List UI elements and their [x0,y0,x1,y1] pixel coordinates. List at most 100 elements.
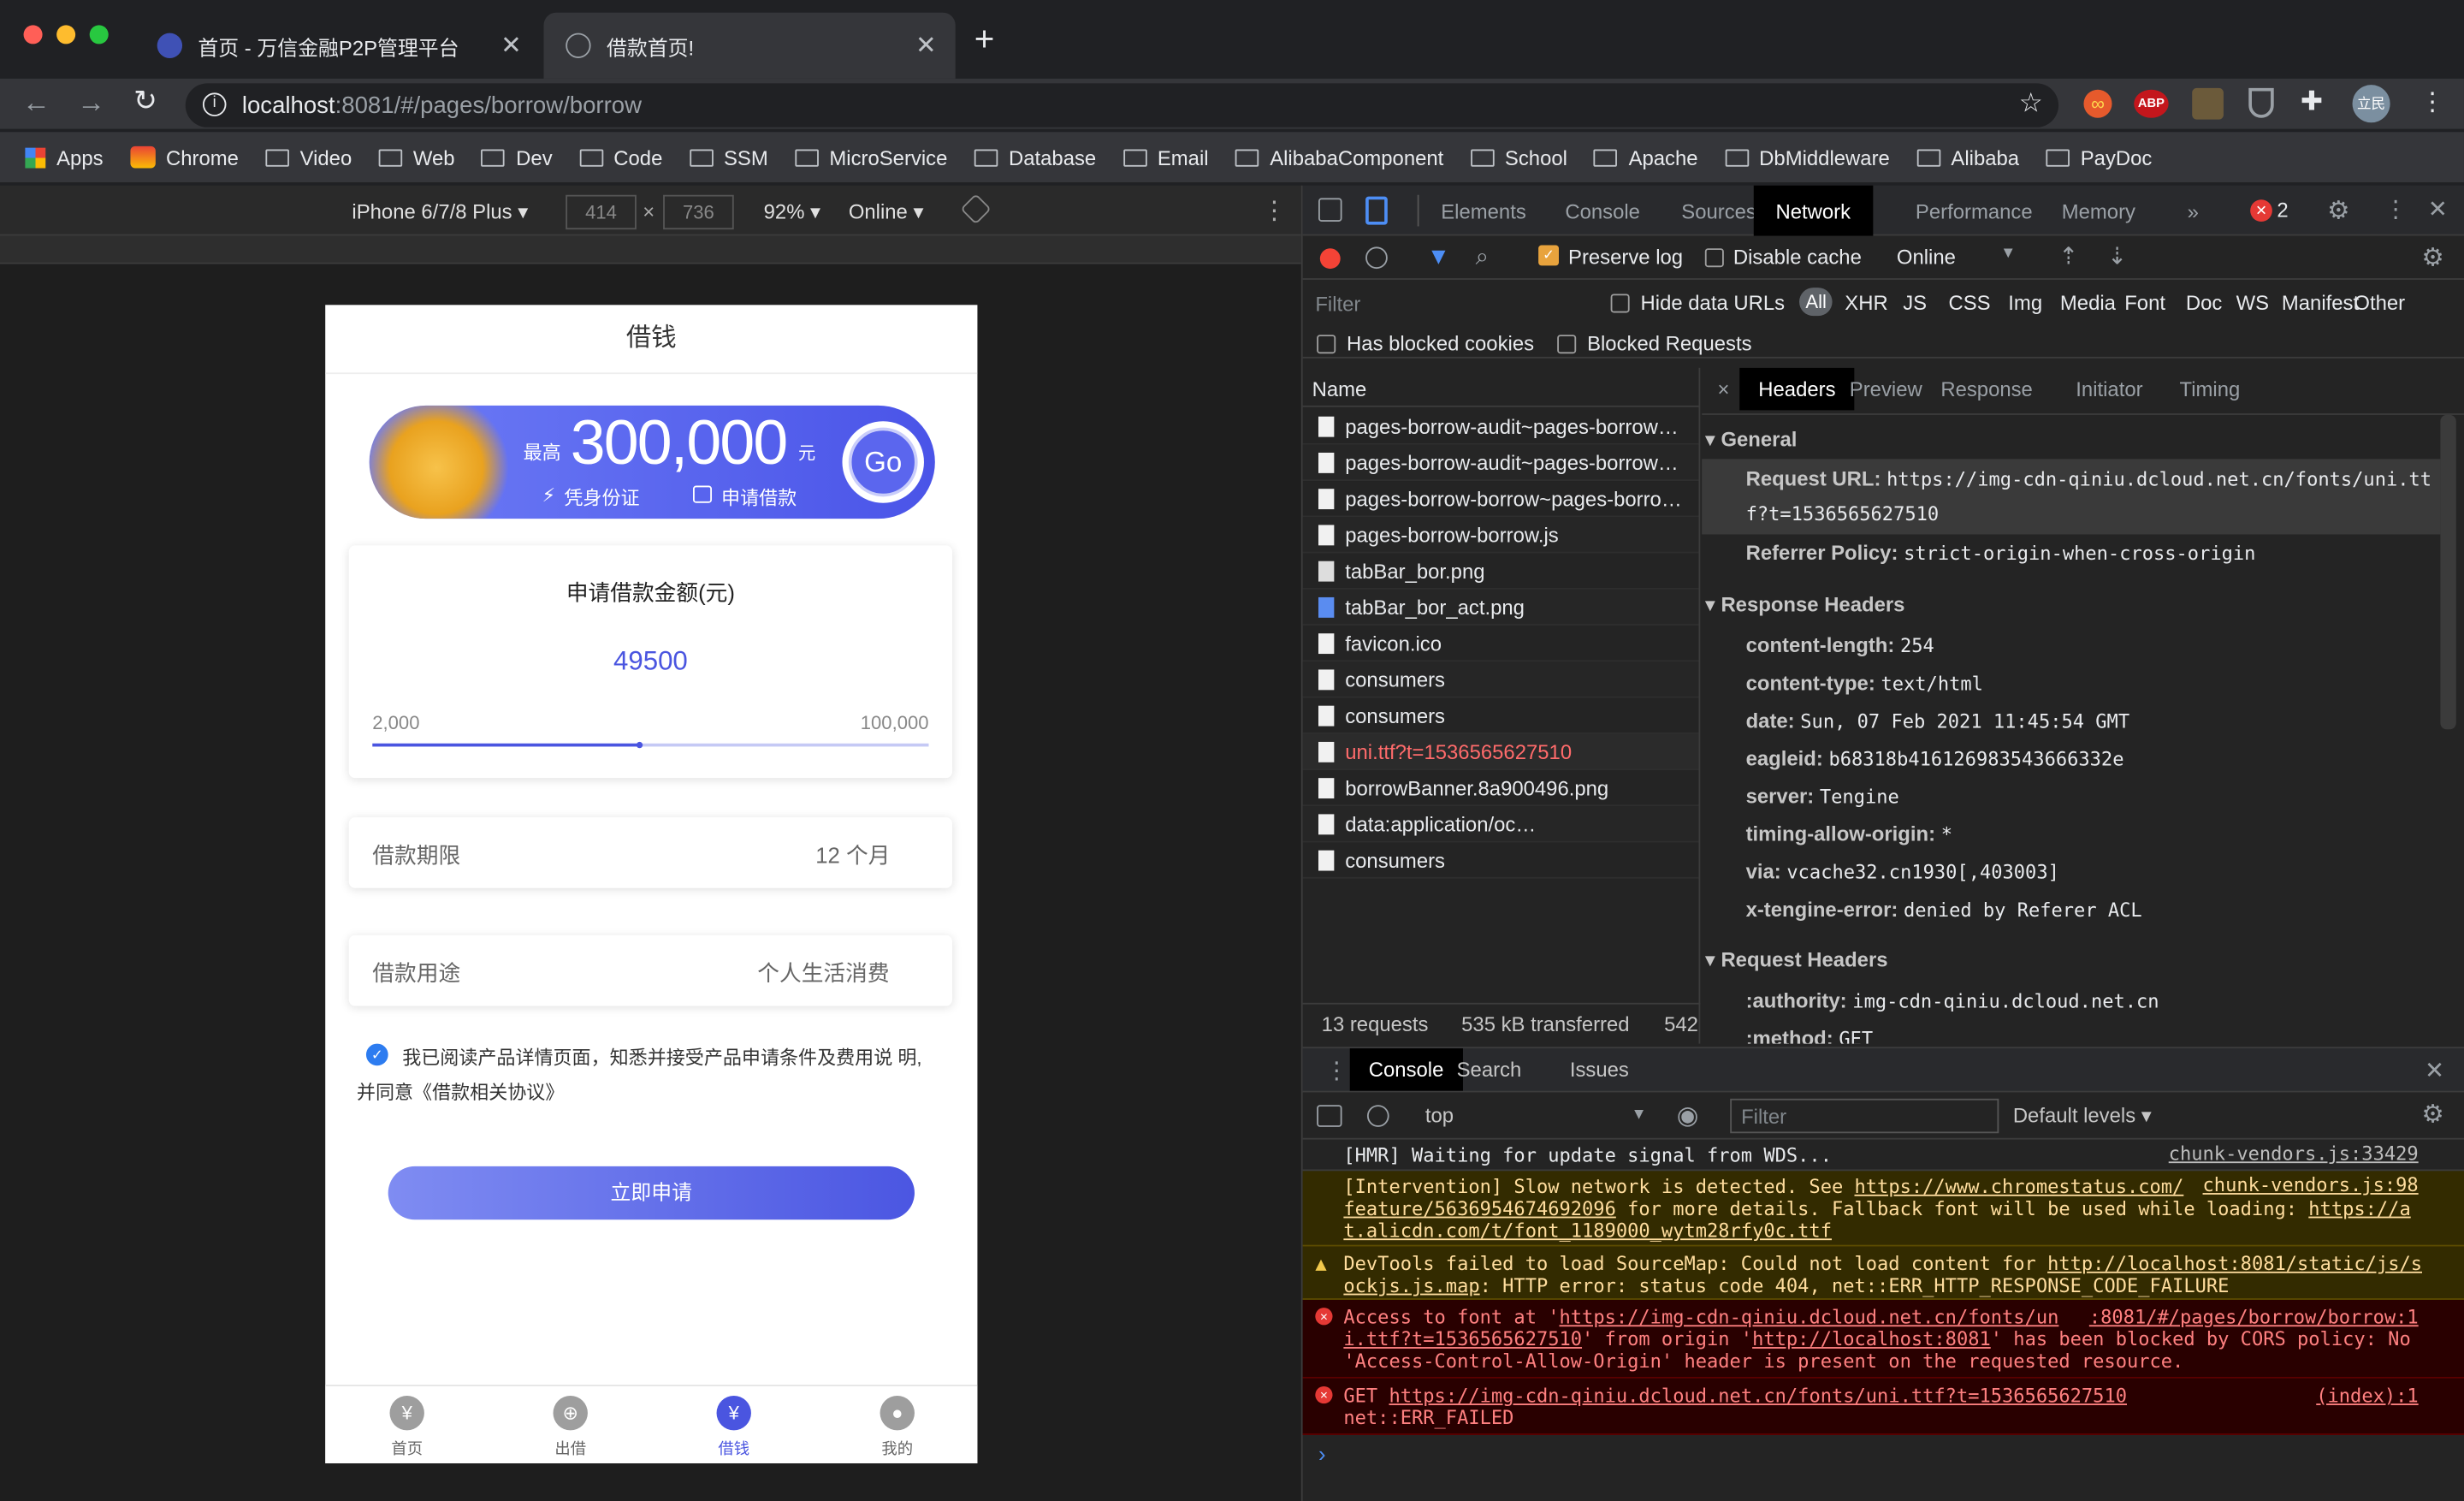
devtools-tab-memory[interactable]: Memory [2062,186,2135,236]
agreement-checkbox[interactable]: ✓ [365,1043,388,1066]
type-filter-media[interactable]: Media [2060,291,2116,315]
console-link[interactable]: https://a [2308,1198,2410,1220]
drawer-tab-console[interactable]: Console [1349,1048,1463,1091]
sidebar-toggle-icon[interactable] [1317,1105,1342,1127]
type-filter-ws[interactable]: WS [2236,291,2269,315]
bookmark-microservice[interactable]: MicroService [794,145,947,169]
submit-apply-button[interactable]: 立即申请 [388,1166,915,1220]
type-filter-other[interactable]: Other [2354,291,2405,315]
bookmark-apps[interactable]: Apps [25,145,104,169]
message-source-link[interactable]: chunk-vendors.js:33429 [2169,1142,2419,1165]
filter-icon[interactable]: ▼ [1427,244,1450,270]
close-drawer-icon[interactable]: ✕ [2425,1056,2444,1084]
name-column-header[interactable]: Name [1302,368,1699,407]
rotate-icon[interactable] [960,193,992,225]
import-har-icon[interactable]: ⇡ [2058,242,2078,270]
puzzle-extensions-icon[interactable]: ✚ [2301,86,2323,118]
tab-lend[interactable]: ⊕ 出借 [524,1395,618,1458]
request-headers-toggle[interactable]: ▾ Request Headers [1705,948,1888,973]
hide-data-urls-checkbox[interactable] [1610,294,1630,313]
type-filter-manifest[interactable]: Manifest [2282,291,2359,315]
bookmark-database[interactable]: Database [974,145,1096,169]
bookmark-star-icon[interactable]: ☆ [2019,88,2043,120]
type-filter-img[interactable]: Img [2008,291,2042,315]
browser-tab-home[interactable]: 首页 - 万信金融P2P管理平台 ✕ [135,13,541,79]
drawer-tab-issues[interactable]: Issues [1570,1058,1629,1082]
bookmark-alibabacomponent[interactable]: AlibabaComponent [1235,145,1443,169]
agreement-line-2[interactable]: 并同意《借款相关协议》 [357,1078,564,1105]
devtools-tab-sources[interactable]: Sources [1681,186,1756,236]
general-section-toggle[interactable]: ▾ General [1705,428,1798,453]
network-throttle-select[interactable]: Online ▾ [849,199,924,224]
console-link[interactable]: i.ttf?t=1536565627510 [1343,1328,1582,1350]
message-source-link[interactable]: chunk-vendors.js:98 [2203,1174,2419,1196]
throttle-select[interactable]: Online [1897,246,1956,270]
type-filter-doc[interactable]: Doc [2186,291,2222,315]
device-width-input[interactable]: 414 [566,194,637,230]
extension-infinity-icon[interactable]: ∞ [2083,89,2112,118]
tab-home[interactable]: ¥ 首页 [360,1395,454,1458]
drawer-menu-icon[interactable]: ⋮ [1324,1056,1348,1084]
chevron-down-icon[interactable]: ▼ [2000,246,2016,263]
zoom-select[interactable]: 92% ▾ [764,199,820,224]
search-icon[interactable]: ⌕ [1476,244,1489,270]
type-filter-css[interactable]: CSS [1949,291,1991,315]
close-detail-icon[interactable]: × [1718,377,1730,401]
console-link[interactable]: feature/5636954674692096 [1343,1198,1615,1220]
bookmark-paydoc[interactable]: PayDoc [2046,145,2152,169]
close-tab-icon[interactable]: ✕ [915,30,937,62]
devtools-menu-icon[interactable]: ⋮ [2384,195,2408,223]
amount-slider-thumb[interactable] [636,741,643,749]
reload-icon[interactable]: ↻ [133,85,157,118]
devtools-tab-more[interactable]: » [2188,186,2199,236]
live-expression-eye-icon[interactable]: ◉ [1677,1101,1699,1132]
response-headers-toggle[interactable]: ▾ Response Headers [1705,592,1905,617]
error-count[interactable]: 2 [2277,198,2288,222]
tab-mine[interactable]: ● 我的 [850,1395,945,1458]
back-icon[interactable]: ← [22,86,50,120]
bookmark-alibaba[interactable]: Alibaba [1916,145,2019,169]
minimize-window-button[interactable] [56,25,76,44]
device-toggle-icon[interactable] [1365,196,1388,225]
bookmark-video[interactable]: Video [265,145,352,169]
device-select[interactable]: iPhone 6/7/8 Plus ▾ [352,199,528,224]
detail-tab-timing[interactable]: Timing [2180,377,2241,401]
profile-avatar[interactable]: 立民 [2352,85,2390,123]
adblock-plus-icon[interactable]: ABP [2134,89,2169,118]
loan-term-row[interactable]: 借款期限 12 个月 [348,817,953,888]
new-tab-button[interactable]: + [974,21,995,56]
bookmark-apache[interactable]: Apache [1594,145,1698,169]
amount-slider-track[interactable] [372,741,929,749]
type-filter-all[interactable]: All [1799,288,1833,317]
devtools-tab-elements[interactable]: Elements [1441,186,1526,236]
detail-tab-preview[interactable]: Preview [1850,377,1922,401]
bookmark-school[interactable]: School [1470,145,1567,169]
console-link[interactable]: https://img-cdn-qiniu.dcloud.net.cn/font… [1389,1385,2127,1407]
forward-icon[interactable]: → [77,86,105,120]
console-settings-gear-icon[interactable]: ⚙ [2421,1099,2443,1130]
go-button[interactable]: Go [842,421,924,503]
bookmark-web[interactable]: Web [378,145,455,169]
devtools-tab-console[interactable]: Console [1565,186,1640,236]
settings-gear-icon[interactable]: ⚙ [2327,195,2349,227]
detail-tab-response[interactable]: Response [1940,377,2033,401]
console-link[interactable]: https://www.chromestatus.com/ [1855,1176,2184,1198]
loan-purpose-row[interactable]: 借款用途 个人生活消费 [348,934,953,1006]
export-har-icon[interactable]: ⇣ [2107,242,2127,270]
bookmark-chrome[interactable]: Chrome [129,145,239,169]
browser-tab-borrow[interactable]: 借款首页! ✕ [543,12,956,79]
type-filter-font[interactable]: Font [2124,291,2165,315]
drawer-tab-search[interactable]: Search [1457,1058,1522,1082]
close-tab-icon[interactable]: ✕ [500,30,522,62]
message-source-link[interactable]: (index):1 [2316,1385,2418,1407]
shield-extension-icon[interactable] [2248,87,2274,118]
menu-kebab-icon[interactable]: ⋮ [2420,86,2445,118]
clear-console-icon[interactable] [1366,1105,1389,1127]
maximize-window-button[interactable] [89,25,109,44]
bookmark-dbmiddleware[interactable]: DbMiddleware [1724,145,1890,169]
disable-cache-checkbox[interactable] [1704,248,1724,268]
blocked-requests-checkbox[interactable] [1557,335,1577,354]
console-link[interactable]: https://img-cdn-qiniu.dcloud.net.cn/font… [1560,1306,2059,1328]
chevron-down-icon[interactable]: ▼ [1631,1106,1646,1124]
context-select[interactable]: top [1425,1103,1454,1127]
